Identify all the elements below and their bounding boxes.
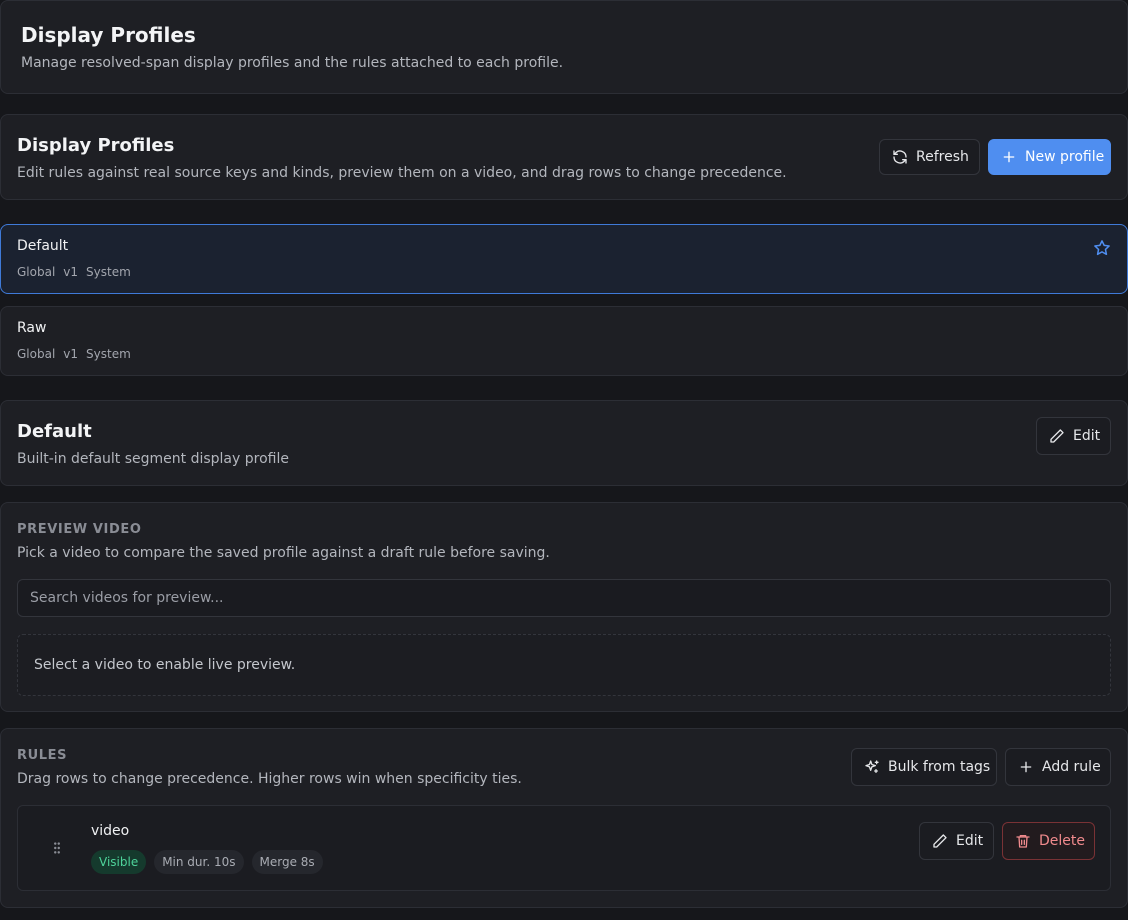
page-header: Display Profiles Manage resolved-span di… xyxy=(0,0,1128,94)
drag-handle-icon[interactable] xyxy=(52,841,62,855)
rule-row[interactable]: video Visible Min dur. 10s Merge 8s Edit… xyxy=(17,805,1111,891)
trash-icon xyxy=(1016,835,1030,848)
plus-icon xyxy=(1003,151,1015,163)
preview-video-section: PREVIEW VIDEO Pick a video to compare th… xyxy=(0,502,1128,712)
preview-empty-message: Select a video to enable live preview. xyxy=(34,657,296,673)
rule-badges: Visible Min dur. 10s Merge 8s xyxy=(91,850,323,874)
rules-description: Drag rows to change precedence. Higher r… xyxy=(17,771,522,787)
profile-type: System xyxy=(86,265,131,279)
page-title: Display Profiles xyxy=(21,23,196,47)
rules-section: RULES Drag rows to change precedence. Hi… xyxy=(0,728,1128,908)
plus-icon xyxy=(1020,761,1032,773)
rule-name: video xyxy=(91,823,130,839)
profiles-toolbar: Display Profiles Edit rules against real… xyxy=(0,114,1128,200)
new-profile-label: New profile xyxy=(1025,149,1105,165)
edit-rule-label: Edit xyxy=(956,833,984,849)
profile-detail: Default Built-in default segment display… xyxy=(0,400,1128,486)
add-rule-button[interactable]: Add rule xyxy=(1005,748,1111,786)
star-icon[interactable] xyxy=(1093,239,1111,257)
merge-badge: Merge 8s xyxy=(251,850,323,874)
preview-search-input[interactable] xyxy=(17,579,1111,617)
min-duration-badge: Min dur. 10s xyxy=(154,850,244,874)
profile-version: v1 xyxy=(63,347,79,361)
profile-type: System xyxy=(86,347,131,361)
profile-name: Default xyxy=(17,238,69,254)
visibility-badge: Visible xyxy=(91,850,147,874)
refresh-label: Refresh xyxy=(916,149,969,165)
edit-rule-button[interactable]: Edit xyxy=(919,822,994,860)
new-profile-button[interactable]: New profile xyxy=(988,139,1111,175)
preview-heading: PREVIEW VIDEO xyxy=(17,522,142,537)
bulk-from-tags-button[interactable]: Bulk from tags xyxy=(851,748,997,786)
profile-item-default[interactable]: Default Global v1 System xyxy=(0,224,1128,294)
profile-meta: Global v1 System xyxy=(17,347,131,361)
bulk-from-tags-label: Bulk from tags xyxy=(888,759,991,775)
refresh-button[interactable]: Refresh xyxy=(879,139,980,175)
pencil-icon xyxy=(1050,429,1064,443)
preview-empty-state: Select a video to enable live preview. xyxy=(17,634,1111,696)
profile-name: Raw xyxy=(17,320,47,336)
profile-scope: Global xyxy=(17,265,56,279)
profile-detail-title: Default xyxy=(17,421,92,442)
profile-item-raw[interactable]: Raw Global v1 System xyxy=(0,306,1128,376)
page-subtitle: Manage resolved-span display profiles an… xyxy=(21,55,564,71)
profile-scope: Global xyxy=(17,347,56,361)
rules-heading: RULES xyxy=(17,748,68,763)
refresh-icon xyxy=(893,150,907,164)
edit-profile-label: Edit xyxy=(1073,428,1101,444)
profile-detail-description: Built-in default segment display profile xyxy=(17,451,289,467)
profile-meta: Global v1 System xyxy=(17,265,131,279)
edit-profile-button[interactable]: Edit xyxy=(1036,417,1111,455)
preview-description: Pick a video to compare the saved profil… xyxy=(17,545,550,561)
delete-rule-label: Delete xyxy=(1039,833,1085,849)
section-title: Display Profiles xyxy=(17,135,175,156)
sparkles-icon xyxy=(865,760,879,773)
section-subtitle: Edit rules against real source keys and … xyxy=(17,165,787,181)
pencil-icon xyxy=(933,834,947,848)
profile-version: v1 xyxy=(63,265,79,279)
delete-rule-button[interactable]: Delete xyxy=(1002,822,1095,860)
add-rule-label: Add rule xyxy=(1042,759,1101,775)
